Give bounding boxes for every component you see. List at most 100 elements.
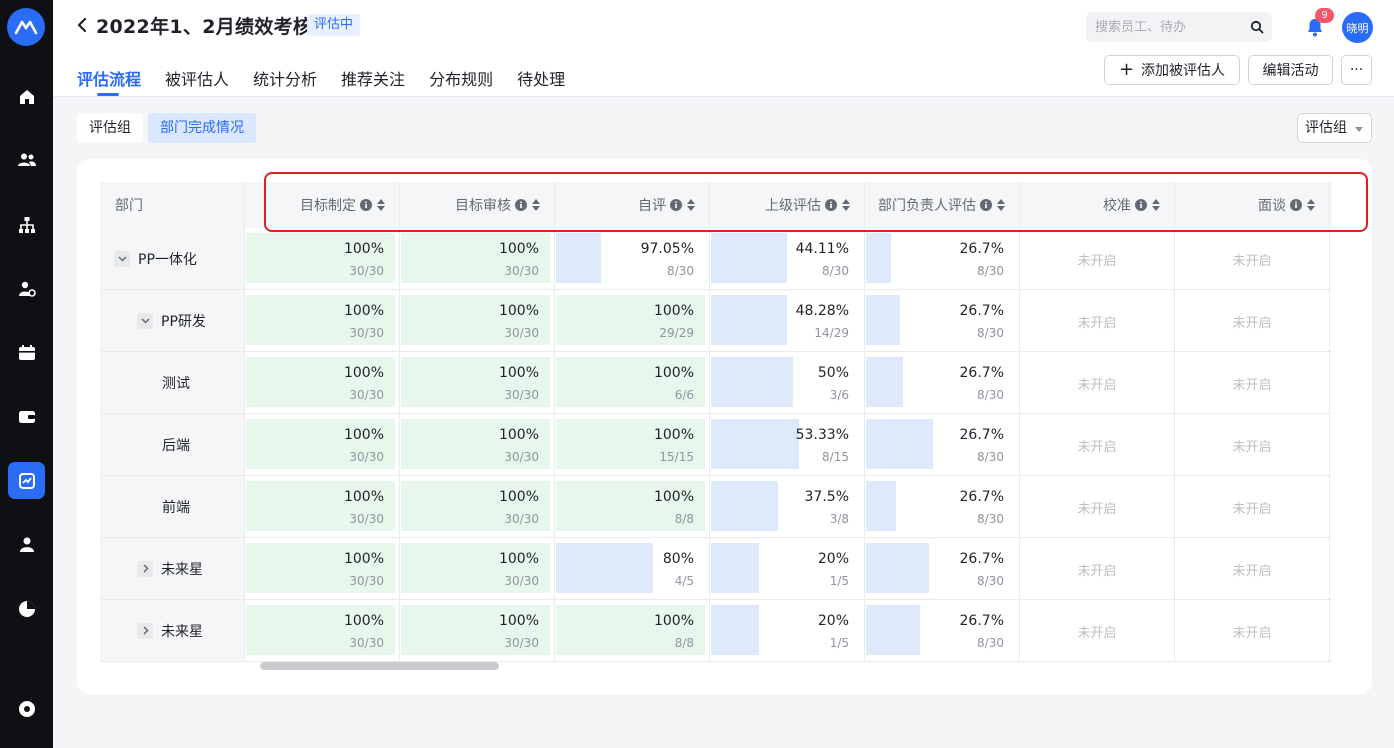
user-settings-icon[interactable] bbox=[8, 270, 45, 307]
metric-cell[interactable]: 100% 30/30 bbox=[245, 228, 400, 289]
metric-cell[interactable]: 26.7% 8/30 bbox=[865, 290, 1020, 351]
metric-cell[interactable]: 100% 29/29 bbox=[555, 290, 710, 351]
metric-cell[interactable]: 100% 30/30 bbox=[245, 290, 400, 351]
info-icon[interactable] bbox=[1290, 199, 1302, 211]
info-icon[interactable] bbox=[515, 199, 527, 211]
metric-cell[interactable]: 26.7% 8/30 bbox=[865, 538, 1020, 599]
metric-cell[interactable]: 26.7% 8/30 bbox=[865, 228, 1020, 289]
metric-cell[interactable]: 20% 1/5 bbox=[710, 600, 865, 661]
add-evaluatee-button[interactable]: + 添加被评估人 bbox=[1104, 55, 1240, 85]
performance-icon[interactable] bbox=[8, 462, 45, 499]
metric-cell[interactable]: 未开启 bbox=[1175, 476, 1330, 537]
info-icon[interactable] bbox=[670, 199, 682, 211]
metric-cell[interactable]: 100% 30/30 bbox=[245, 352, 400, 413]
metric-cell[interactable]: 37.5% 3/8 bbox=[710, 476, 865, 537]
metric-cell[interactable]: 未开启 bbox=[1020, 414, 1175, 475]
info-icon[interactable] bbox=[360, 199, 372, 211]
column-header-calibration[interactable]: 校准 bbox=[1020, 182, 1175, 228]
column-header-goal-review[interactable]: 目标审核 bbox=[400, 182, 555, 228]
column-header-interview[interactable]: 面谈 bbox=[1175, 182, 1330, 228]
chevron-right-icon[interactable] bbox=[137, 622, 153, 639]
metric-cell[interactable]: 26.7% 8/30 bbox=[865, 476, 1020, 537]
users-icon[interactable] bbox=[8, 141, 45, 178]
chevron-right-icon[interactable] bbox=[137, 560, 153, 577]
metric-cell[interactable]: 未开启 bbox=[1020, 228, 1175, 289]
tab-distribution-rules[interactable]: 分布规则 bbox=[429, 66, 493, 96]
department-name[interactable]: 未来星 bbox=[161, 559, 203, 579]
search-input[interactable] bbox=[1086, 12, 1246, 42]
sort-icon[interactable] bbox=[377, 199, 385, 211]
avatar[interactable]: 晓明 bbox=[1342, 12, 1373, 43]
metric-cell[interactable]: 100% 30/30 bbox=[400, 538, 555, 599]
column-header-self-review[interactable]: 自评 bbox=[555, 182, 710, 228]
tab-evaluation-flow[interactable]: 评估流程 bbox=[77, 66, 141, 96]
metric-cell[interactable]: 20% 1/5 bbox=[710, 538, 865, 599]
settings-icon[interactable] bbox=[8, 690, 45, 727]
department-name[interactable]: PP一体化 bbox=[138, 249, 197, 269]
org-chart-icon[interactable] bbox=[8, 206, 45, 243]
chevron-down-icon[interactable] bbox=[114, 250, 130, 267]
pie-chart-icon[interactable] bbox=[8, 590, 45, 627]
edit-activity-button[interactable]: 编辑活动 bbox=[1248, 55, 1333, 85]
department-name[interactable]: 测试 bbox=[162, 373, 190, 393]
sort-icon[interactable] bbox=[1152, 199, 1160, 211]
sort-icon[interactable] bbox=[997, 199, 1005, 211]
info-icon[interactable] bbox=[1135, 199, 1147, 211]
department-name[interactable]: 前端 bbox=[162, 497, 190, 517]
group-select[interactable]: 评估组 bbox=[1297, 113, 1372, 143]
metric-cell[interactable]: 100% 30/30 bbox=[400, 600, 555, 661]
metric-cell[interactable]: 26.7% 8/30 bbox=[865, 414, 1020, 475]
metric-cell[interactable]: 未开启 bbox=[1175, 290, 1330, 351]
metric-cell[interactable]: 未开启 bbox=[1175, 352, 1330, 413]
person-icon[interactable] bbox=[8, 526, 45, 563]
metric-cell[interactable]: 100% 8/8 bbox=[555, 600, 710, 661]
sort-icon[interactable] bbox=[842, 199, 850, 211]
metric-cell[interactable]: 未开启 bbox=[1175, 228, 1330, 289]
tab-recommendations[interactable]: 推荐关注 bbox=[341, 66, 405, 96]
metric-cell[interactable]: 100% 30/30 bbox=[245, 600, 400, 661]
department-name[interactable]: 后端 bbox=[162, 435, 190, 455]
info-icon[interactable] bbox=[980, 199, 992, 211]
metric-cell[interactable]: 未开启 bbox=[1020, 538, 1175, 599]
metric-cell[interactable]: 100% 30/30 bbox=[245, 414, 400, 475]
metric-cell[interactable]: 未开启 bbox=[1175, 414, 1330, 475]
metric-cell[interactable]: 未开启 bbox=[1020, 352, 1175, 413]
metric-cell[interactable]: 44.11% 8/30 bbox=[710, 228, 865, 289]
tab-evaluatees[interactable]: 被评估人 bbox=[165, 66, 229, 96]
column-header-manager-review[interactable]: 上级评估 bbox=[710, 182, 865, 228]
metric-cell[interactable]: 100% 30/30 bbox=[400, 414, 555, 475]
column-header-dept-head-review[interactable]: 部门负责人评估 bbox=[865, 182, 1020, 228]
department-name[interactable]: 未来星 bbox=[161, 621, 203, 641]
metric-cell[interactable]: 未开启 bbox=[1175, 600, 1330, 661]
metric-cell[interactable]: 100% 30/30 bbox=[400, 228, 555, 289]
metric-cell[interactable]: 100% 30/30 bbox=[400, 290, 555, 351]
metric-cell[interactable]: 100% 30/30 bbox=[400, 476, 555, 537]
back-arrow-icon[interactable] bbox=[71, 14, 93, 36]
subtab-department-completion[interactable]: 部门完成情况 bbox=[148, 113, 256, 143]
sort-icon[interactable] bbox=[687, 199, 695, 211]
wallet-icon[interactable] bbox=[8, 398, 45, 435]
metric-cell[interactable]: 50% 3/6 bbox=[710, 352, 865, 413]
sort-icon[interactable] bbox=[1307, 199, 1315, 211]
horizontal-scrollbar[interactable] bbox=[260, 662, 499, 670]
metric-cell[interactable]: 100% 30/30 bbox=[245, 538, 400, 599]
sort-icon[interactable] bbox=[532, 199, 540, 211]
metric-cell[interactable]: 未开启 bbox=[1020, 290, 1175, 351]
metric-cell[interactable]: 97.05% 8/30 bbox=[555, 228, 710, 289]
metric-cell[interactable]: 100% 15/15 bbox=[555, 414, 710, 475]
metric-cell[interactable]: 53.33% 8/15 bbox=[710, 414, 865, 475]
metric-cell[interactable]: 26.7% 8/30 bbox=[865, 352, 1020, 413]
tab-pending[interactable]: 待处理 bbox=[517, 66, 565, 96]
chevron-down-icon[interactable] bbox=[137, 312, 153, 329]
home-icon[interactable] bbox=[8, 78, 45, 115]
more-options-button[interactable]: ··· bbox=[1341, 55, 1372, 85]
metric-cell[interactable]: 100% 30/30 bbox=[245, 476, 400, 537]
metric-cell[interactable]: 80% 4/5 bbox=[555, 538, 710, 599]
metric-cell[interactable]: 100% 8/8 bbox=[555, 476, 710, 537]
metric-cell[interactable]: 未开启 bbox=[1020, 600, 1175, 661]
app-logo-icon[interactable] bbox=[7, 8, 45, 46]
column-header-goal-setting[interactable]: 目标制定 bbox=[245, 182, 400, 228]
metric-cell[interactable]: 未开启 bbox=[1020, 476, 1175, 537]
search-icon[interactable] bbox=[1250, 20, 1264, 34]
tab-statistics[interactable]: 统计分析 bbox=[253, 66, 317, 96]
